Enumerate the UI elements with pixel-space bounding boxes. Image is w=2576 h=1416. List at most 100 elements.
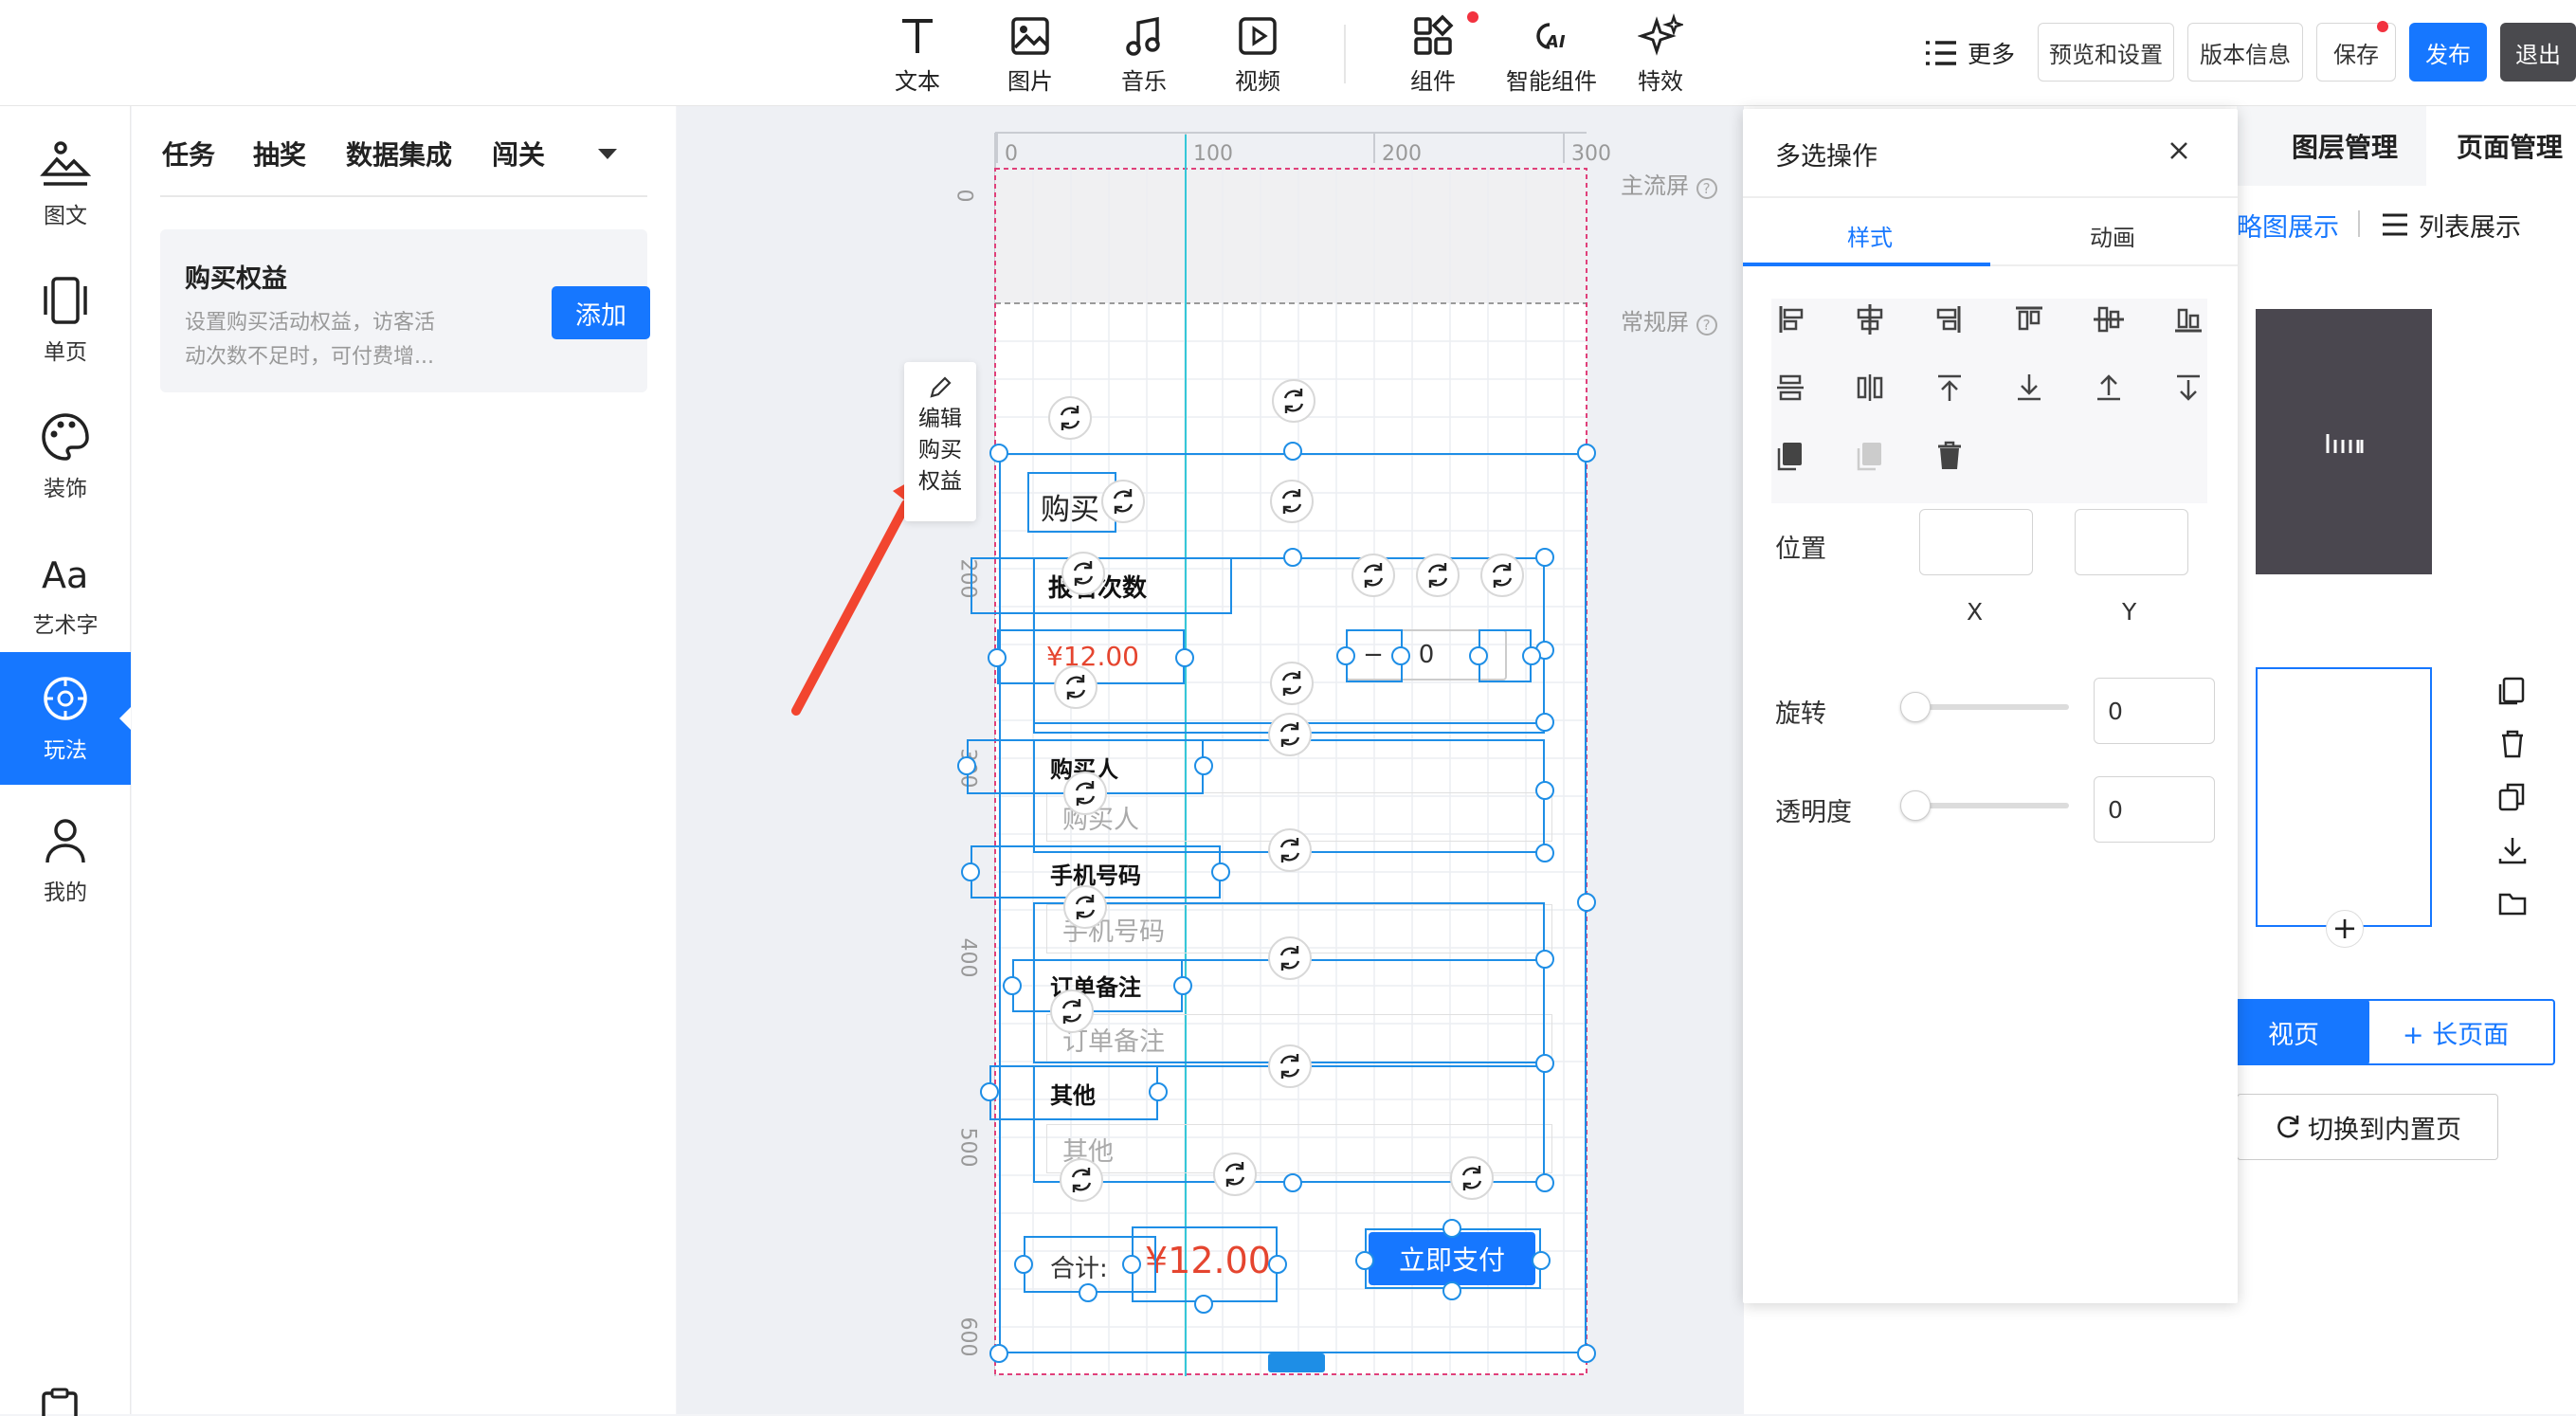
- rotate-handle[interactable]: [1101, 480, 1145, 523]
- exit-button[interactable]: 退出: [2500, 23, 2576, 82]
- bring-to-top-icon[interactable]: [1931, 369, 1968, 407]
- tab-page-management[interactable]: 页面管理: [2457, 127, 2563, 165]
- rotate-handle[interactable]: [1060, 1158, 1103, 1202]
- rotate-handle[interactable]: [1270, 662, 1314, 705]
- resize-handle[interactable]: [961, 862, 980, 881]
- rotate-handle[interactable]: [1268, 828, 1312, 872]
- normal-page-button[interactable]: 视页: [2218, 999, 2369, 1065]
- resize-handle[interactable]: [1355, 1251, 1374, 1270]
- rotate-handle[interactable]: [1270, 480, 1314, 523]
- align-bottom-icon[interactable]: [2169, 300, 2207, 338]
- duplicate-icon[interactable]: [2496, 781, 2529, 813]
- resize-handle[interactable]: [1535, 713, 1554, 732]
- toolbar-text-button[interactable]: 文本: [870, 11, 965, 97]
- nav-item-image-text[interactable]: 图文: [0, 118, 131, 250]
- opacity-slider-knob[interactable]: [1900, 790, 1931, 821]
- tab-layer-management[interactable]: 图层管理: [2292, 127, 2398, 165]
- resize-handle[interactable]: [1268, 1255, 1287, 1274]
- align-right-icon[interactable]: [1931, 300, 1968, 338]
- add-button[interactable]: 添加: [552, 286, 650, 339]
- edit-purchase-rights-tooltip[interactable]: 编辑 购买 权益: [904, 362, 976, 521]
- resize-handle[interactable]: [1122, 1255, 1141, 1274]
- resize-handle[interactable]: [1014, 1255, 1033, 1274]
- rotate-handle[interactable]: [1351, 554, 1395, 597]
- rotate-handle[interactable]: [1048, 396, 1092, 440]
- rotate-handle[interactable]: [1480, 554, 1524, 597]
- rotate-slider-knob[interactable]: [1900, 692, 1931, 722]
- nav-item-gameplay[interactable]: 玩法: [0, 652, 131, 785]
- resize-handle[interactable]: [988, 648, 1007, 667]
- tab-task[interactable]: 任务: [162, 135, 215, 172]
- resize-handle[interactable]: [1532, 1251, 1551, 1270]
- long-page-button[interactable]: + 长页面: [2356, 999, 2555, 1065]
- page-thumbnail-1[interactable]: [2256, 309, 2432, 574]
- resize-handle[interactable]: [1079, 1283, 1098, 1302]
- rotate-handle[interactable]: [1268, 713, 1312, 756]
- page-resize-tab[interactable]: [1268, 1353, 1325, 1372]
- rotate-handle[interactable]: [1416, 554, 1460, 597]
- page-thumbnail-2[interactable]: [2256, 667, 2432, 927]
- rotate-handle[interactable]: [1054, 665, 1098, 709]
- align-center-v-icon[interactable]: [2090, 300, 2128, 338]
- resize-handle[interactable]: [1535, 950, 1554, 969]
- resize-handle[interactable]: [1194, 756, 1213, 775]
- rotate-handle[interactable]: [1061, 552, 1105, 595]
- move-up-icon[interactable]: [2090, 369, 2128, 407]
- opacity-slider[interactable]: [1910, 803, 2069, 808]
- tab-data-integration[interactable]: 数据集成: [346, 135, 452, 172]
- version-info-button[interactable]: 版本信息: [2187, 23, 2303, 82]
- align-center-h-icon[interactable]: [1851, 300, 1889, 338]
- resize-handle[interactable]: [980, 1082, 999, 1101]
- toolbar-effects-button[interactable]: 特效: [1613, 11, 1708, 97]
- nav-item-decoration[interactable]: 装饰: [0, 390, 131, 523]
- copy-icon[interactable]: [2496, 675, 2529, 707]
- resize-handle[interactable]: [1283, 1173, 1302, 1192]
- help-icon[interactable]: ?: [1696, 315, 1717, 336]
- resize-handle[interactable]: [1535, 548, 1554, 567]
- download-icon[interactable]: [2496, 834, 2529, 866]
- resize-handle[interactable]: [1469, 646, 1488, 665]
- toolbar-image-button[interactable]: 图片: [983, 11, 1078, 97]
- rotate-handle[interactable]: [1063, 885, 1107, 929]
- clipboard-icon[interactable]: [40, 1388, 80, 1416]
- resize-handle[interactable]: [1003, 976, 1022, 995]
- resize-handle[interactable]: [989, 1344, 1008, 1363]
- trash-icon[interactable]: [1931, 437, 1968, 475]
- toolbar-component-button[interactable]: 组件: [1386, 11, 1480, 97]
- resize-handle[interactable]: [1391, 646, 1410, 665]
- resize-handle[interactable]: [1442, 1281, 1461, 1300]
- resize-handle[interactable]: [1211, 862, 1230, 881]
- position-y-input[interactable]: [2075, 509, 2188, 575]
- more-menu-button[interactable]: 更多: [1924, 34, 2015, 72]
- rotate-handle[interactable]: [1450, 1156, 1494, 1200]
- resize-handle[interactable]: [957, 756, 976, 775]
- rotate-handle[interactable]: [1268, 936, 1312, 980]
- resize-handle[interactable]: [1194, 1295, 1213, 1314]
- move-down-icon[interactable]: [2169, 369, 2207, 407]
- resize-handle[interactable]: [989, 444, 1008, 463]
- rotate-handle[interactable]: [1063, 772, 1107, 815]
- distribute-horizontal-icon[interactable]: [1851, 369, 1889, 407]
- position-x-input[interactable]: [1919, 509, 2033, 575]
- view-thumbnail[interactable]: 略图展示: [2237, 207, 2339, 244]
- resize-handle[interactable]: [1173, 976, 1192, 995]
- folder-icon[interactable]: [2496, 887, 2529, 919]
- rotate-input[interactable]: 0: [2094, 678, 2215, 744]
- align-top-icon[interactable]: [2010, 300, 2048, 338]
- copy-icon[interactable]: [1771, 437, 1809, 475]
- resize-handle[interactable]: [1149, 1082, 1168, 1101]
- add-page-icon[interactable]: +: [2326, 910, 2364, 948]
- rotate-handle[interactable]: [1272, 379, 1315, 423]
- rotate-handle[interactable]: [1213, 1153, 1257, 1196]
- resize-handle[interactable]: [1577, 444, 1596, 463]
- toolbar-music-button[interactable]: 音乐: [1097, 11, 1191, 97]
- toolbar-video-button[interactable]: 视频: [1210, 11, 1305, 97]
- send-to-bottom-icon[interactable]: [2010, 369, 2048, 407]
- rotate-handle[interactable]: [1050, 989, 1094, 1033]
- resize-handle[interactable]: [1283, 548, 1302, 567]
- resize-handle[interactable]: [1535, 1054, 1554, 1073]
- tab-style[interactable]: 样式: [1847, 219, 1893, 252]
- tab-lottery[interactable]: 抽奖: [253, 135, 306, 172]
- opacity-input[interactable]: 0: [2094, 776, 2215, 843]
- tab-levels[interactable]: 闯关: [492, 135, 545, 172]
